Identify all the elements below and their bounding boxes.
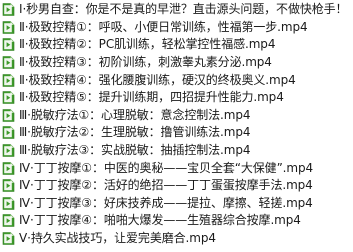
video-file-icon bbox=[2, 56, 15, 69]
video-file-icon bbox=[2, 179, 15, 193]
file-item[interactable]: Ⅳ·丁丁按摩②：活好的绝招——丁丁蛋蛋按摩手法.mp4 bbox=[0, 177, 353, 195]
file-item[interactable]: Ⅱ·极致控精③：初阶训练，刺激睾丸素分泌.mp4 bbox=[0, 54, 353, 72]
file-item[interactable]: Ⅳ·丁丁按摩④：啪啪大爆发——生殖器综合按摩.mp4 bbox=[0, 212, 353, 230]
file-item[interactable]: Ⅱ·极致控精②：PC肌训练，轻松掌控性福感.mp4 bbox=[0, 36, 353, 54]
file-name: Ⅲ·脱敏疗法①：心理脱敏：意念控制法.mp4 bbox=[19, 107, 251, 122]
video-file-icon bbox=[2, 214, 15, 228]
video-file-icon bbox=[2, 144, 15, 157]
file-item[interactable]: Ⅴ·持久实战技巧，让爱完美磨合.mp4 bbox=[0, 230, 353, 248]
file-list: Ⅰ·秒男自查：你是不是真的早泄？直击源头问题，不做快枪手！ Ⅱ·极致控精①：呼吸、… bbox=[0, 0, 353, 252]
file-item[interactable]: Ⅳ·丁丁按摩③：好床技养成——提拉、摩擦、轻搓.mp4 bbox=[0, 195, 353, 213]
file-item[interactable]: Ⅲ·脱敏疗法③：实战脱敏：抽插控制法.mp4 bbox=[0, 142, 353, 160]
file-name: Ⅲ·脱敏疗法②：生理脱敏：撸管训练法.mp4 bbox=[19, 125, 251, 140]
file-name: Ⅰ·秒男自查：你是不是真的早泄？直击源头问题，不做快枪手！ bbox=[19, 2, 348, 17]
video-file-icon bbox=[2, 126, 15, 140]
file-name: Ⅱ·极致控精⑤：提升训练期，四招提升性能力.mp4 bbox=[19, 90, 284, 105]
file-item[interactable]: Ⅳ·丁丁按摩①：中医的奥秘——宝贝全套“大保健”.mp4 bbox=[0, 159, 353, 177]
file-item[interactable]: Ⅰ·秒男自查：你是不是真的早泄？直击源头问题，不做快枪手！ bbox=[0, 1, 353, 19]
video-file-icon bbox=[2, 109, 15, 122]
video-file-icon bbox=[2, 21, 15, 34]
video-file-icon bbox=[2, 161, 15, 175]
file-name: Ⅳ·丁丁按摩①：中医的奥秘——宝贝全套“大保健”.mp4 bbox=[19, 160, 314, 175]
file-name: Ⅴ·持久实战技巧，让爱完美磨合.mp4 bbox=[19, 231, 216, 246]
video-file-icon bbox=[2, 73, 15, 87]
file-name: Ⅱ·极致控精①：呼吸、小便日常训练，性福第一步.mp4 bbox=[19, 19, 308, 34]
file-item[interactable]: Ⅱ·极致控精⑤：提升训练期，四招提升性能力.mp4 bbox=[0, 89, 353, 107]
file-name: Ⅲ·脱敏疗法③：实战脱敏：抽插控制法.mp4 bbox=[19, 143, 251, 158]
file-name: Ⅱ·极致控精②：PC肌训练，轻松掌控性福感.mp4 bbox=[19, 37, 276, 52]
video-file-icon bbox=[2, 232, 15, 245]
file-item[interactable]: Ⅲ·脱敏疗法①：心理脱敏：意念控制法.mp4 bbox=[0, 107, 353, 125]
video-file-icon bbox=[2, 38, 15, 52]
file-name: Ⅳ·丁丁按摩③：好床技养成——提拉、摩擦、轻搓.mp4 bbox=[19, 195, 313, 210]
file-name: Ⅱ·极致控精④：强化腰腹训练，硬汉的终极奥义.mp4 bbox=[19, 72, 296, 87]
file-name: Ⅱ·极致控精③：初阶训练，刺激睾丸素分泌.mp4 bbox=[19, 55, 272, 70]
file-item[interactable]: Ⅱ·极致控精④：强化腰腹训练，硬汉的终极奥义.mp4 bbox=[0, 71, 353, 89]
file-name: Ⅳ·丁丁按摩④：啪啪大爆发——生殖器综合按摩.mp4 bbox=[19, 213, 301, 228]
file-item[interactable]: Ⅱ·极致控精①：呼吸、小便日常训练，性福第一步.mp4 bbox=[0, 19, 353, 37]
video-file-icon bbox=[2, 91, 15, 105]
video-file-icon bbox=[2, 197, 15, 210]
video-file-icon bbox=[2, 3, 15, 17]
file-item[interactable]: Ⅲ·脱敏疗法②：生理脱敏：撸管训练法.mp4 bbox=[0, 124, 353, 142]
file-name: Ⅳ·丁丁按摩②：活好的绝招——丁丁蛋蛋按摩手法.mp4 bbox=[19, 178, 313, 193]
